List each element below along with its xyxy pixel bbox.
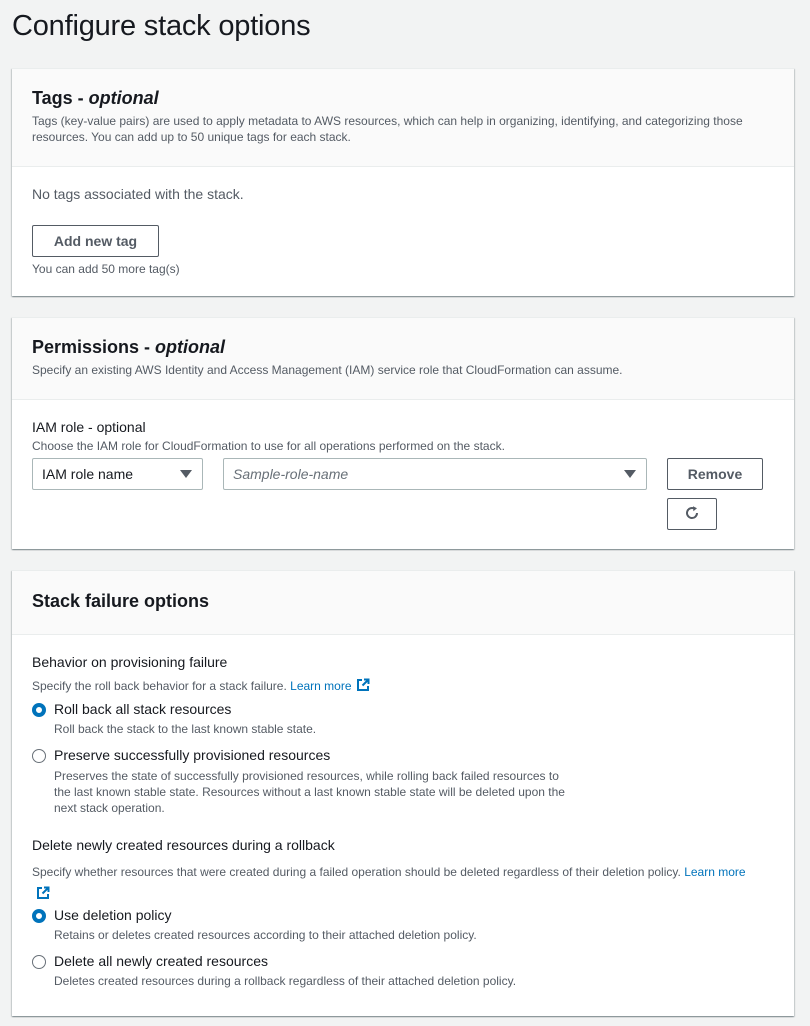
rollback-all-description: Roll back the stack to the last known st…: [54, 722, 317, 736]
preserve-description-line: Preserves the state of successfully prov…: [54, 769, 559, 783]
remove-button[interactable]: Remove: [667, 458, 763, 490]
iam-role-type-value: IAM role name: [42, 466, 134, 482]
preserve-resources-radio[interactable]: [32, 749, 46, 763]
tags-remaining-text: You can add 50 more tag(s): [32, 262, 180, 276]
iam-role-name-placeholder: Sample-role-name: [233, 466, 349, 482]
tags-description: Tags (key-value pairs) are used to apply…: [32, 114, 743, 144]
iam-role-label: IAM role - optional: [32, 419, 146, 435]
delete-resources-label: Delete newly created resources during a …: [32, 837, 335, 853]
delete-resources-description: Specify whether resources that were crea…: [32, 861, 752, 907]
behavior-description-text: Specify the roll back behavior for a sta…: [32, 679, 287, 693]
stack-failure-panel-header: Stack failure options: [12, 571, 794, 635]
stack-failure-panel: Stack failure options Behavior on provis…: [12, 570, 794, 1016]
learn-text: Learn: [684, 865, 715, 879]
page-title: Configure stack options: [12, 10, 311, 42]
preserve-resources-description: Preserves the state of successfully prov…: [54, 768, 565, 816]
tags-panel: Tags - optional Tags (key-value pairs) a…: [12, 68, 794, 296]
preserve-description-line: the last known stable state. Resources w…: [54, 785, 565, 799]
learn-more-text: Learn more: [290, 679, 352, 693]
more-text: more: [718, 865, 746, 879]
permissions-panel: Permissions - optional Specify an existi…: [12, 317, 794, 549]
permissions-description: Specify an existing AWS Identity and Acc…: [32, 363, 623, 377]
rollback-all-radio[interactable]: [32, 703, 46, 717]
caret-down-icon: [624, 470, 636, 478]
permissions-title-text: Permissions -: [32, 337, 156, 357]
tags-panel-header: Tags - optional Tags (key-value pairs) a…: [12, 69, 794, 167]
iam-role-type-select[interactable]: IAM role name: [32, 458, 203, 490]
use-deletion-policy-label[interactable]: Use deletion policy: [54, 907, 172, 923]
preserve-resources-label[interactable]: Preserve successfully provisioned resour…: [54, 747, 330, 763]
rollback-all-label[interactable]: Roll back all stack resources: [54, 701, 231, 717]
use-deletion-policy-description: Retains or deletes created resources acc…: [54, 928, 477, 942]
add-new-tag-button[interactable]: Add new tag: [32, 225, 159, 257]
permissions-title: Permissions - optional: [32, 337, 774, 358]
iam-role-description: Choose the IAM role for CloudFormation t…: [32, 439, 505, 453]
tags-empty-text: No tags associated with the stack.: [32, 186, 244, 202]
preserve-description-line: next stack operation.: [54, 801, 165, 815]
iam-role-name-select[interactable]: Sample-role-name: [223, 458, 647, 490]
tags-title-optional: optional: [88, 88, 159, 108]
caret-down-icon: [180, 470, 192, 478]
delete-description-text: Specify whether resources that were crea…: [32, 865, 681, 879]
external-link-icon: [36, 885, 50, 907]
tags-title: Tags - optional: [32, 88, 774, 109]
permissions-title-optional: optional: [155, 337, 226, 357]
tags-title-text: Tags -: [32, 88, 89, 108]
refresh-icon: [684, 505, 700, 524]
behavior-label: Behavior on provisioning failure: [32, 654, 228, 670]
delete-all-label[interactable]: Delete all newly created resources: [54, 953, 268, 969]
refresh-button[interactable]: [667, 498, 717, 530]
external-link-icon: [356, 678, 370, 695]
delete-all-radio[interactable]: [32, 955, 46, 969]
use-deletion-policy-radio[interactable]: [32, 909, 46, 923]
behavior-learn-more-link[interactable]: Learn more: [290, 678, 370, 695]
behavior-description: Specify the roll back behavior for a sta…: [32, 678, 370, 695]
permissions-panel-header: Permissions - optional Specify an existi…: [12, 318, 794, 400]
stack-failure-title: Stack failure options: [32, 591, 210, 611]
delete-all-description: Deletes created resources during a rollb…: [54, 974, 517, 988]
